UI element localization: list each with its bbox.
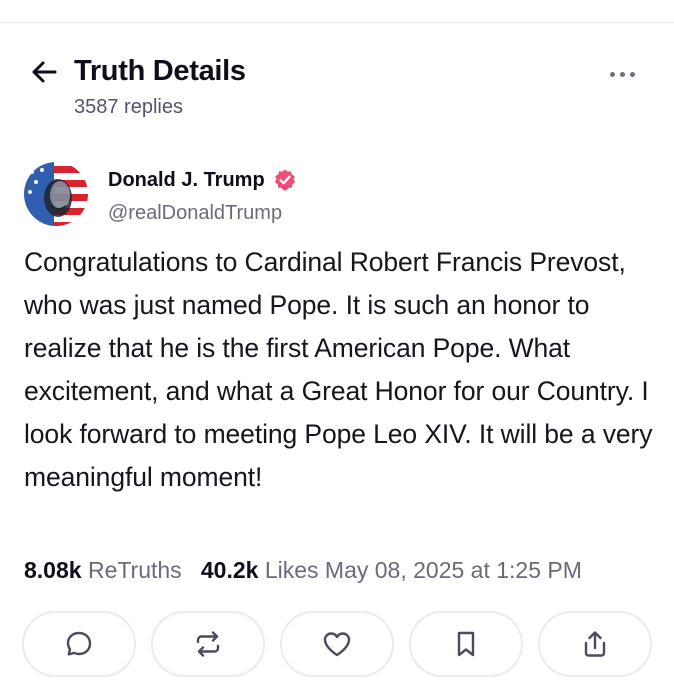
more-options-button[interactable] bbox=[602, 62, 642, 86]
retruths-stat[interactable]: 8.08k ReTruths bbox=[24, 557, 182, 583]
arrow-left-icon bbox=[32, 61, 57, 83]
retruth-icon bbox=[196, 631, 220, 657]
verified-badge-icon bbox=[274, 169, 295, 191]
back-button[interactable] bbox=[28, 56, 60, 88]
author-handle[interactable]: @realDonaldTrump bbox=[108, 202, 282, 225]
more-dots-icon bbox=[609, 71, 615, 77]
page-title: Truth Details bbox=[74, 55, 246, 87]
heart-icon bbox=[323, 632, 351, 657]
like-button[interactable] bbox=[280, 611, 394, 677]
share-icon bbox=[584, 631, 606, 657]
likes-count: 40.2k bbox=[200, 557, 259, 583]
reply-icon bbox=[66, 631, 92, 656]
post-text: Congratulations to Cardinal Robert Franc… bbox=[24, 247, 653, 492]
author-name[interactable]: Donald J. Trump bbox=[108, 169, 265, 192]
likes-label: Likes bbox=[264, 557, 319, 583]
bookmark-icon bbox=[457, 631, 475, 657]
retruth-button[interactable] bbox=[151, 611, 265, 677]
retruths-count: 8.08k bbox=[24, 557, 82, 583]
replies-count: 3587 replies bbox=[74, 96, 183, 118]
retruths-label: ReTruths bbox=[87, 557, 182, 583]
page-header: Truth Details 3587 replies bbox=[28, 54, 648, 124]
share-button[interactable] bbox=[538, 611, 652, 677]
top-divider bbox=[0, 22, 674, 23]
avatar[interactable] bbox=[24, 162, 88, 226]
action-bar bbox=[22, 611, 654, 679]
bookmark-button[interactable] bbox=[409, 611, 523, 677]
author-block: Donald J. Trump @realDonaldTrump bbox=[24, 160, 644, 230]
post-stats: 8.08k ReTruths 40.2k Likes May 08, 2025 … bbox=[24, 557, 582, 584]
likes-stat[interactable]: 40.2k Likes bbox=[201, 557, 319, 583]
post-timestamp: May 08, 2025 at 1:25 PM bbox=[324, 557, 582, 583]
avatar-image bbox=[24, 162, 88, 226]
reply-button[interactable] bbox=[22, 611, 136, 677]
